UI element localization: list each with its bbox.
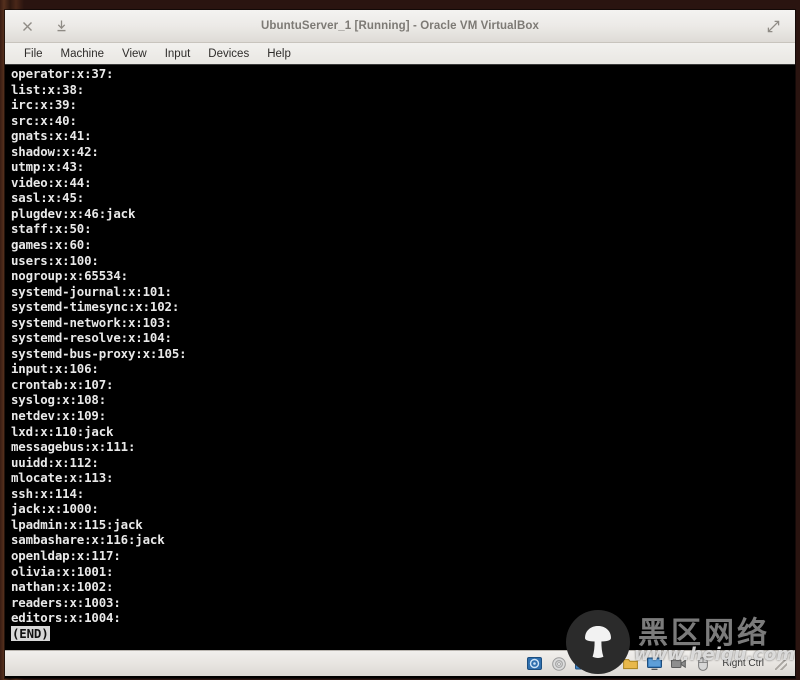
- terminal-line: systemd-resolve:x:104:: [11, 330, 172, 346]
- terminal-line: editors:x:1004:: [11, 610, 121, 626]
- terminal-line: gnats:x:41:: [11, 128, 92, 144]
- terminal-line: systemd-timesync:x:102:: [11, 299, 180, 315]
- terminal-line: uuidd:x:112:: [11, 454, 99, 470]
- pager-end-marker: (END): [11, 625, 50, 642]
- terminal-line: sasl:x:45:: [11, 190, 85, 206]
- menu-item-file[interactable]: File: [15, 46, 52, 62]
- terminal-line: irc:x:39:: [11, 97, 77, 113]
- network-adapter-icon[interactable]: [574, 656, 591, 671]
- display-icon[interactable]: [646, 656, 663, 671]
- terminal-line: list:x:38:: [11, 81, 85, 97]
- minimize-icon[interactable]: [53, 18, 69, 34]
- terminal-line: sambashare:x:116:jack: [11, 532, 165, 548]
- terminal-line: games:x:60:: [11, 237, 92, 253]
- terminal-line: systemd-journal:x:101:: [11, 283, 172, 299]
- menu-item-devices[interactable]: Devices: [199, 46, 258, 62]
- terminal-line: ssh:x:114:: [11, 485, 85, 501]
- menubar: File Machine View Input Devices Help: [5, 43, 795, 65]
- video-capture-icon[interactable]: [670, 656, 687, 671]
- desktop-background: UbuntuServer_1 [Running] - Oracle VM Vir…: [0, 0, 800, 680]
- usb-icon[interactable]: [598, 656, 615, 671]
- mouse-integration-icon[interactable]: [694, 656, 711, 671]
- menu-item-machine[interactable]: Machine: [52, 46, 113, 62]
- pager-end-marker-row: (END): [11, 625, 795, 642]
- virtualbox-vm-window: UbuntuServer_1 [Running] - Oracle VM Vir…: [5, 10, 795, 678]
- terminal-line: input:x:106:: [11, 361, 99, 377]
- terminal-output: operator:x:37: list:x:38: irc:x:39: src:x:4…: [11, 66, 795, 642]
- terminal-line: readers:x:1003:: [11, 594, 121, 610]
- menu-item-help[interactable]: Help: [258, 46, 300, 62]
- terminal-line: lpadmin:x:115:jack: [11, 516, 143, 532]
- terminal-line: netdev:x:109:: [11, 408, 107, 424]
- menu-item-input[interactable]: Input: [156, 46, 200, 62]
- terminal-line: users:x:100:: [11, 252, 99, 268]
- window-titlebar: UbuntuServer_1 [Running] - Oracle VM Vir…: [5, 10, 795, 43]
- terminal-line: operator:x:37:: [11, 66, 114, 81]
- hard-disk-icon[interactable]: [526, 656, 543, 671]
- terminal-line: messagebus:x:111:: [11, 439, 136, 455]
- optical-disk-icon[interactable]: [550, 656, 567, 671]
- window-control-buttons: [5, 18, 69, 34]
- terminal-line: utmp:x:43:: [11, 159, 85, 175]
- terminal-line: staff:x:50:: [11, 221, 92, 237]
- shared-folder-icon[interactable]: [622, 656, 639, 671]
- terminal-line: systemd-network:x:103:: [11, 314, 172, 330]
- page-title: UbuntuServer_1 [Running] - Oracle VM Vir…: [261, 20, 539, 32]
- fullscreen-icon[interactable]: [765, 18, 781, 34]
- terminal-line: syslog:x:108:: [11, 392, 107, 408]
- resize-grip[interactable]: [775, 657, 787, 670]
- terminal-line: nathan:x:1002:: [11, 579, 114, 595]
- terminal-line: mlocate:x:113:: [11, 470, 114, 486]
- terminal-line: src:x:40:: [11, 112, 77, 128]
- terminal-line: lxd:x:110:jack: [11, 423, 114, 439]
- terminal-line: shadow:x:42:: [11, 143, 99, 159]
- terminal-line: openldap:x:117:: [11, 547, 121, 563]
- guest-screen[interactable]: operator:x:37: list:x:38: irc:x:39: src:x:4…: [5, 65, 795, 650]
- terminal-line: crontab:x:107:: [11, 376, 114, 392]
- terminal-line: nogroup:x:65534:: [11, 268, 128, 284]
- terminal-line: jack:x:1000:: [11, 501, 99, 517]
- terminal-line: olivia:x:1001:: [11, 563, 114, 579]
- terminal-line: plugdev:x:46:jack: [11, 205, 136, 221]
- vm-statusbar: Right Ctrl: [5, 650, 795, 676]
- menu-item-view[interactable]: View: [113, 46, 156, 62]
- host-key-label: Right Ctrl: [722, 658, 764, 669]
- terminal-line: systemd-bus-proxy:x:105:: [11, 345, 187, 361]
- terminal-line: video:x:44:: [11, 174, 92, 190]
- close-icon[interactable]: [19, 18, 35, 34]
